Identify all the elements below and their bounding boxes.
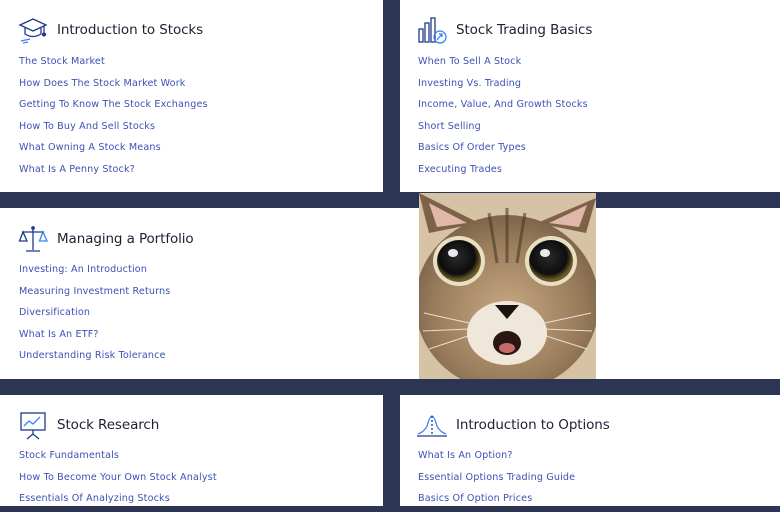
topic-link[interactable]: Diversification: [19, 307, 90, 318]
card-title: Introduction to Options: [456, 417, 610, 433]
list-item: Diversification: [19, 304, 170, 326]
link-list: The Stock Market How Does The Stock Mark…: [19, 53, 208, 182]
list-item: Essential Options Trading Guide: [418, 469, 575, 491]
topic-link[interactable]: Income, Value, And Growth Stocks: [418, 99, 588, 110]
list-item: How To Become Your Own Stock Analyst: [19, 469, 217, 491]
surprised-cat-image: [419, 193, 596, 379]
card-title: Stock Trading Basics: [456, 22, 593, 38]
topic-link[interactable]: Investing Vs. Trading: [418, 78, 521, 89]
link-list: What Is An Option? Essential Options Tra…: [418, 447, 575, 512]
topic-link[interactable]: Stock Fundamentals: [19, 450, 119, 461]
card-introduction-to-stocks: Introduction to Stocks The Stock Market …: [0, 0, 383, 192]
list-item: Investing: An Introduction: [19, 261, 170, 283]
list-item: Investing Vs. Trading: [418, 75, 588, 97]
list-item: Measuring Investment Returns: [19, 283, 170, 305]
topic-link[interactable]: Basics Of Order Types: [418, 142, 526, 153]
list-item: How Does The Stock Market Work: [19, 75, 208, 97]
link-list: Stock Fundamentals How To Become Your Ow…: [19, 447, 217, 512]
card-header: Introduction to Stocks: [17, 12, 203, 48]
card-title: Introduction to Stocks: [57, 22, 204, 38]
list-item: What Owning A Stock Means: [19, 139, 208, 161]
card-title: Stock Research: [57, 417, 160, 433]
list-item: Understanding Risk Tolerance: [19, 347, 170, 369]
list-item: What Is An ETF?: [19, 326, 170, 348]
topic-link[interactable]: Essential Options Trading Guide: [418, 472, 575, 483]
topic-link[interactable]: Executing Trades: [418, 164, 502, 175]
topic-link[interactable]: Getting To Know The Stock Exchanges: [19, 99, 208, 110]
card-stock-research: Stock Research Stock Fundamentals How To…: [0, 395, 383, 506]
topic-link[interactable]: What Is An ETF?: [19, 329, 99, 340]
balance-scale-icon: [17, 223, 49, 255]
topic-link[interactable]: Understanding Risk Tolerance: [19, 350, 166, 361]
topic-link[interactable]: Measuring Investment Returns: [19, 286, 170, 297]
topic-link[interactable]: Investing: An Introduction: [19, 264, 147, 275]
list-item: Short Selling: [418, 118, 588, 140]
list-item: What Is An Option?: [418, 447, 575, 469]
list-item: What Is A Penny Stock?: [19, 161, 208, 183]
card-header: Stock Research: [17, 407, 159, 443]
list-item: Executing Trades: [418, 161, 588, 183]
list-item: The Stock Market: [19, 53, 208, 75]
card-blank-panel: [596, 208, 780, 379]
topic-link[interactable]: When To Sell A Stock: [418, 56, 521, 67]
graduation-cap-icon: [17, 14, 49, 46]
list-item: Income, Value, And Growth Stocks: [418, 96, 588, 118]
topic-link[interactable]: Essentials Of Analyzing Stocks: [19, 493, 170, 504]
card-header: Stock Trading Basics: [416, 12, 592, 48]
list-item: Essentials Of Analyzing Stocks: [19, 490, 217, 512]
topic-link[interactable]: What Is An Option?: [418, 450, 513, 461]
topic-link[interactable]: Short Selling: [418, 121, 481, 132]
card-managing-a-portfolio: Managing a Portfolio Investing: An Intro…: [0, 208, 419, 379]
topic-link[interactable]: How To Buy And Sell Stocks: [19, 121, 155, 132]
list-item: Getting To Know The Stock Exchanges: [19, 96, 208, 118]
line-graph-icon: [416, 409, 448, 441]
list-item: How To Buy And Sell Stocks: [19, 118, 208, 140]
list-item: Basics Of Order Types: [418, 139, 588, 161]
list-item: When To Sell A Stock: [418, 53, 588, 75]
topic-link[interactable]: How To Become Your Own Stock Analyst: [19, 472, 217, 483]
bar-chart-icon: [416, 14, 448, 46]
card-stock-trading-basics: Stock Trading Basics When To Sell A Stoc…: [400, 0, 780, 192]
card-introduction-to-options: Introduction to Options What Is An Optio…: [400, 395, 780, 506]
topic-link[interactable]: How Does The Stock Market Work: [19, 78, 186, 89]
card-header: Introduction to Options: [416, 407, 610, 443]
list-item: Basics Of Option Prices: [418, 490, 575, 512]
card-title: Managing a Portfolio: [57, 231, 194, 247]
topic-link[interactable]: The Stock Market: [19, 56, 105, 67]
topic-link[interactable]: What Is A Penny Stock?: [19, 164, 135, 175]
link-list: Investing: An Introduction Measuring Inv…: [19, 261, 170, 369]
topic-link[interactable]: What Owning A Stock Means: [19, 142, 161, 153]
presentation-board-icon: [17, 409, 49, 441]
list-item: Stock Fundamentals: [19, 447, 217, 469]
link-list: When To Sell A Stock Investing Vs. Tradi…: [418, 53, 588, 182]
topic-link[interactable]: Basics Of Option Prices: [418, 493, 532, 504]
card-header: Managing a Portfolio: [17, 221, 194, 257]
